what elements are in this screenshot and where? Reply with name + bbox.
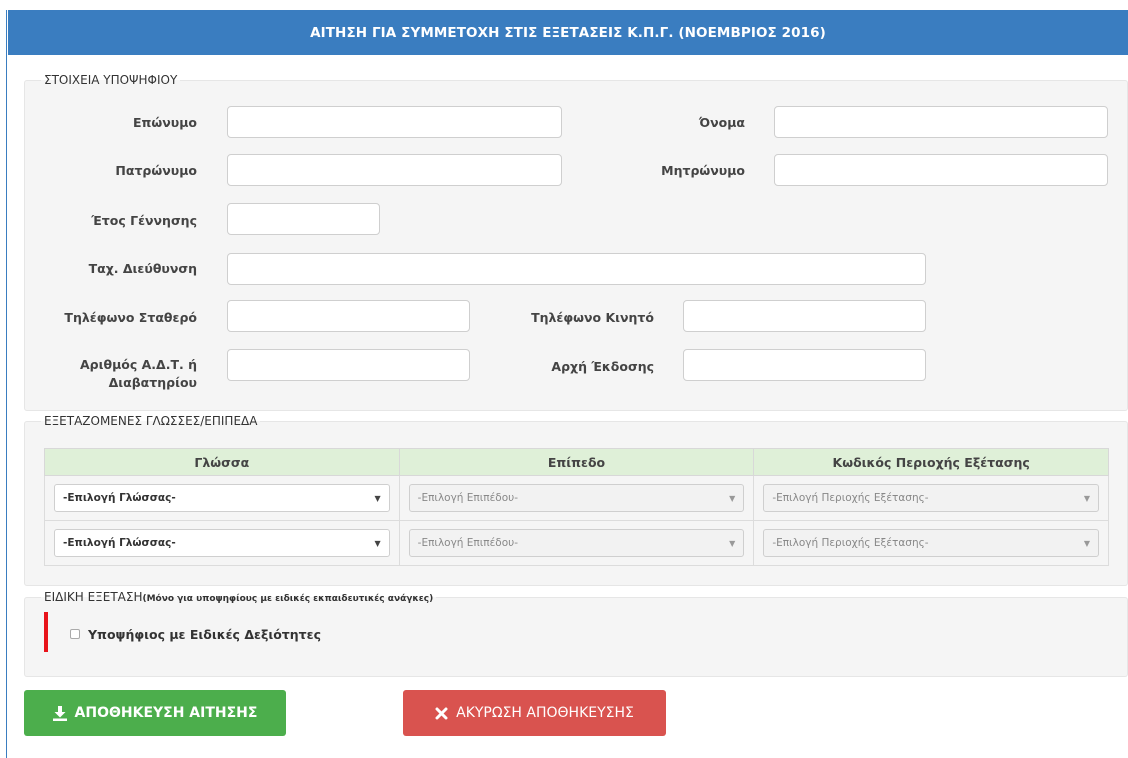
id-label-line2: Διαβατηρίου xyxy=(108,375,197,390)
level-select-value: -Επιλογή Επιπέδου- xyxy=(417,537,519,549)
name-label: Όνομα xyxy=(698,115,745,130)
special-skills-label[interactable]: Υποψήφιος με Ειδικές Δεξιότητες xyxy=(88,627,321,642)
landline-input[interactable] xyxy=(227,300,470,332)
form-header: ΑΙΤΗΣΗ ΓΙΑ ΣΥΜΜΕΤΟΧΗ ΣΤΙΣ ΕΞΕΤΑΣΕΙΣ Κ.Π.… xyxy=(8,10,1128,55)
table-cell: -Επιλογή Επιπέδου- ▼ xyxy=(398,475,755,521)
address-input[interactable] xyxy=(227,253,926,285)
table-cell: -Επιλογή Περιοχής Εξέτασης- ▼ xyxy=(753,475,1109,521)
birth-year-label: Έτος Γέννησης xyxy=(91,213,197,228)
download-icon xyxy=(52,705,67,721)
table-cell: -Επιλογή Επιπέδου- ▼ xyxy=(398,520,755,566)
level-select-value: -Επιλογή Επιπέδου- xyxy=(417,492,519,504)
level-select[interactable]: -Επιλογή Επιπέδου- ▼ xyxy=(408,529,745,557)
column-header-region: Κωδικός Περιοχής Εξέτασης xyxy=(753,448,1109,476)
father-name-label: Πατρώνυμο xyxy=(115,163,197,178)
name-input[interactable] xyxy=(774,106,1108,138)
close-icon xyxy=(435,707,448,719)
special-exam-title: ΕΙΔΙΚΗ ΕΞΕΤΑΣΗ xyxy=(44,590,143,604)
table-row: -Επιλογή Γλώσσας- ▼ -Επιλογή Επιπέδου- ▼… xyxy=(44,475,1109,521)
caret-down-icon: ▼ xyxy=(1083,493,1090,503)
id-number-label: Αριθμός Α.Δ.Τ. ή Διαβατηρίου xyxy=(40,356,197,392)
address-label: Ταχ. Διεύθυνση xyxy=(88,261,197,276)
table-cell: -Επιλογή Περιοχής Εξέτασης- ▼ xyxy=(753,520,1109,566)
table-cell: -Επιλογή Γλώσσας- ▼ xyxy=(44,475,400,521)
save-button-label: ΑΠΟΘΗΚΕΥΣΗ ΑΙΤΗΣΗΣ xyxy=(74,705,258,721)
form-title: ΑΙΤΗΣΗ ΓΙΑ ΣΥΜΜΕΤΟΧΗ ΣΤΙΣ ΕΞΕΤΑΣΕΙΣ Κ.Π.… xyxy=(310,24,826,41)
special-skills-checkbox[interactable] xyxy=(70,629,80,639)
mother-name-label: Μητρώνυμο xyxy=(661,163,745,178)
region-select-value: -Επιλογή Περιοχής Εξέτασης- xyxy=(772,537,929,549)
language-select-value: -Επιλογή Γλώσσας- xyxy=(63,537,176,549)
special-exam-legend: ΕΙΔΙΚΗ ΕΞΕΤΑΣΗ(Μόνο για υποψηφίους με ει… xyxy=(41,590,436,604)
table-row: -Επιλογή Γλώσσας- ▼ -Επιλογή Επιπέδου- ▼… xyxy=(44,520,1109,566)
mobile-label: Τηλέφωνο Κινητό xyxy=(531,310,654,325)
level-select[interactable]: -Επιλογή Επιπέδου- ▼ xyxy=(408,484,745,512)
mobile-input[interactable] xyxy=(683,300,926,332)
candidate-legend: ΣΤΟΙΧΕΙΑ ΥΠΟΨΗΦΙΟΥ xyxy=(44,73,178,87)
caret-down-icon: ▼ xyxy=(729,538,736,548)
issuer-label: Αρχή Έκδοσης xyxy=(551,359,654,374)
caret-down-icon: ▼ xyxy=(374,493,381,503)
table-header-row: Γλώσσα Επίπεδο Κωδικός Περιοχής Εξέτασης xyxy=(44,448,1109,476)
languages-legend: ΕΞΕΤΑΖΟΜΕΝΕΣ ΓΛΩΣΣΕΣ/ΕΠΙΠΕΔΑ xyxy=(44,414,258,428)
region-select[interactable]: -Επιλογή Περιοχής Εξέτασης- ▼ xyxy=(763,484,1099,512)
language-select[interactable]: -Επιλογή Γλώσσας- ▼ xyxy=(54,529,390,557)
birth-year-input[interactable] xyxy=(227,203,380,235)
id-label-line1: Αριθμός Α.Δ.Τ. ή xyxy=(80,357,197,372)
cancel-save-button[interactable]: ΑΚΥΡΩΣΗ ΑΠΟΘΗΚΕΥΣΗΣ xyxy=(403,690,666,736)
save-application-button[interactable]: ΑΠΟΘΗΚΕΥΣΗ ΑΙΤΗΣΗΣ xyxy=(24,690,286,736)
table-cell: -Επιλογή Γλώσσας- ▼ xyxy=(44,520,400,566)
language-select[interactable]: -Επιλογή Γλώσσας- ▼ xyxy=(54,484,390,512)
region-select[interactable]: -Επιλογή Περιοχής Εξέτασης- ▼ xyxy=(763,529,1099,557)
surname-label: Επώνυμο xyxy=(132,115,197,130)
caret-down-icon: ▼ xyxy=(374,538,381,548)
frame-edge xyxy=(6,10,7,758)
column-header-language: Γλώσσα xyxy=(44,448,400,476)
father-name-input[interactable] xyxy=(227,154,562,186)
caret-down-icon: ▼ xyxy=(1083,538,1090,548)
region-select-value: -Επιλογή Περιοχής Εξέτασης- xyxy=(772,492,929,504)
mother-name-input[interactable] xyxy=(774,154,1108,186)
id-number-input[interactable] xyxy=(227,349,470,381)
column-header-level: Επίπεδο xyxy=(398,448,755,476)
required-indicator xyxy=(44,612,48,652)
landline-label: Τηλέφωνο Σταθερό xyxy=(64,310,197,325)
caret-down-icon: ▼ xyxy=(729,493,736,503)
language-select-value: -Επιλογή Γλώσσας- xyxy=(63,492,176,504)
languages-table: Γλώσσα Επίπεδο Κωδικός Περιοχής Εξέτασης… xyxy=(44,448,1109,566)
issuer-input[interactable] xyxy=(683,349,926,381)
surname-input[interactable] xyxy=(227,106,562,138)
application-form: ΑΙΤΗΣΗ ΓΙΑ ΣΥΜΜΕΤΟΧΗ ΣΤΙΣ ΕΞΕΤΑΣΕΙΣ Κ.Π.… xyxy=(0,0,1128,758)
cancel-button-label: ΑΚΥΡΩΣΗ ΑΠΟΘΗΚΕΥΣΗΣ xyxy=(456,705,634,721)
special-exam-note: (Μόνο για υποψηφίους με ειδικές εκπαιδευ… xyxy=(142,594,434,604)
